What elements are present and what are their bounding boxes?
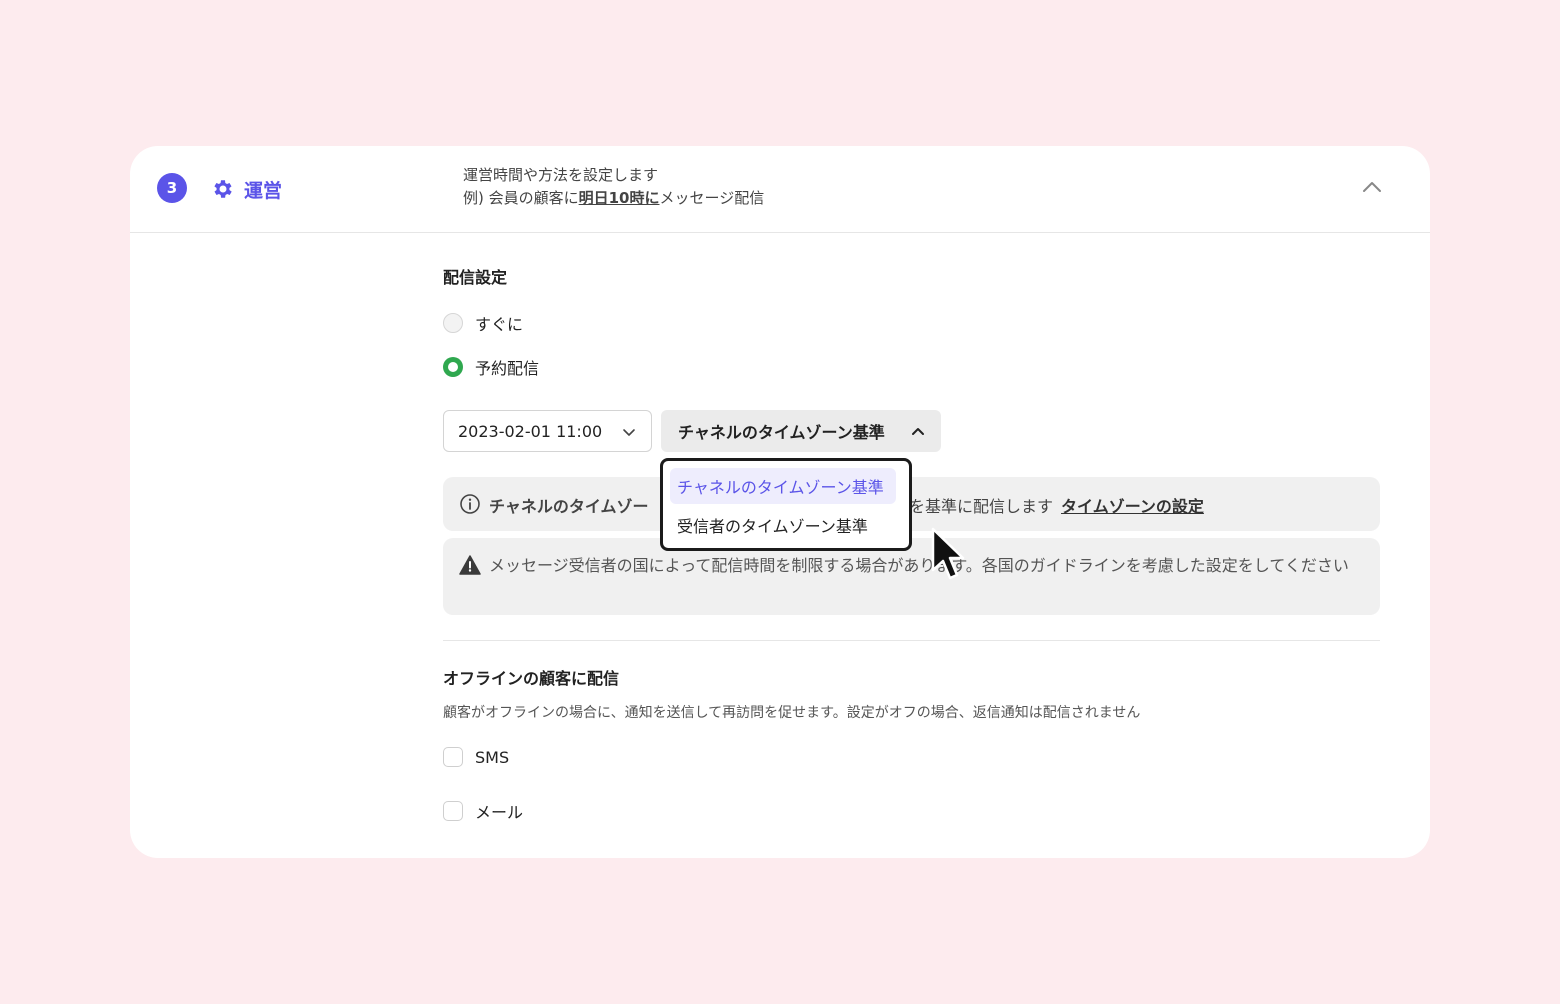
radio-button[interactable] <box>443 313 463 333</box>
description-prefix: 例) 会員の顧客に <box>463 189 579 207</box>
radio-immediate[interactable]: すぐに <box>443 311 523 335</box>
checkbox-email[interactable]: メール <box>443 799 523 823</box>
description-line2: 例) 会員の顧客に明日10時にメッセージ配信 <box>463 187 764 210</box>
description-suffix: メッセージ配信 <box>659 189 765 207</box>
description-emphasis: 明日10時に <box>578 189 660 207</box>
radio-label: すぐに <box>475 315 524 334</box>
gear-icon <box>214 180 232 198</box>
section-header[interactable]: 3 運営 運営時間や方法を設定します 例) 会員の顧客に明日10時にメッセージ配… <box>130 146 1430 233</box>
checkbox-label: SMS <box>475 747 510 767</box>
radio-button-checked[interactable] <box>443 357 463 377</box>
description-line1: 運営時間や方法を設定します <box>463 166 659 184</box>
chevron-down-icon <box>623 429 635 436</box>
section-title: 運営 <box>244 180 283 202</box>
info-text-start: チャネルのタイムゾー <box>489 497 649 516</box>
info-icon <box>460 494 480 514</box>
radio-scheduled[interactable]: 予約配信 <box>443 355 539 379</box>
warning-icon <box>459 555 481 575</box>
chevron-up-icon <box>912 428 924 435</box>
checkbox-label: メール <box>475 803 524 822</box>
offline-delivery-title: オフラインの顧客に配信 <box>443 669 620 688</box>
delivery-settings-label: 配信設定 <box>443 268 508 287</box>
menu-item-recipient-timezone[interactable]: 受信者のタイムゾーン基準 <box>670 507 896 543</box>
warning-box: メッセージ受信者の国によって配信時間を制限する場合があります。各国のガイドライン… <box>443 538 1380 615</box>
radio-label: 予約配信 <box>475 359 540 378</box>
timezone-dropdown-menu: チャネルのタイムゾーン基準 受信者のタイムゾーン基準 <box>660 458 912 551</box>
offline-delivery-description: 顧客がオフラインの場合に、通知を送信して再訪問を促せます。設定がオフの場合、返信… <box>443 705 1141 721</box>
datetime-value: 2023-02-01 11:00 <box>458 421 603 441</box>
checkbox[interactable] <box>443 747 463 767</box>
info-text: を基準に配信します <box>909 497 1054 516</box>
timezone-dropdown-button[interactable]: チャネルのタイムゾーン基準 <box>661 410 941 452</box>
chevron-up-icon[interactable] <box>1360 179 1384 195</box>
timezone-settings-link[interactable]: タイムゾーンの設定 <box>1061 497 1204 516</box>
timezone-selected-label: チャネルのタイムゾーン基準 <box>678 423 885 442</box>
checkbox-sms[interactable]: SMS <box>443 747 509 767</box>
mouse-cursor-icon <box>931 527 965 580</box>
step-badge: 3 <box>157 173 187 203</box>
info-text-end: を基準に配信します タイムゾーンの設定 <box>909 493 1204 517</box>
warning-text: メッセージ受信者の国によって配信時間を制限する場合があります。各国のガイドライン… <box>489 556 1349 575</box>
divider <box>443 640 1380 641</box>
datetime-select[interactable]: 2023-02-01 11:00 <box>443 410 652 452</box>
menu-item-channel-timezone[interactable]: チャネルのタイムゾーン基準 <box>670 468 896 504</box>
checkbox[interactable] <box>443 801 463 821</box>
section-description: 運営時間や方法を設定します 例) 会員の顧客に明日10時にメッセージ配信 <box>463 164 764 210</box>
